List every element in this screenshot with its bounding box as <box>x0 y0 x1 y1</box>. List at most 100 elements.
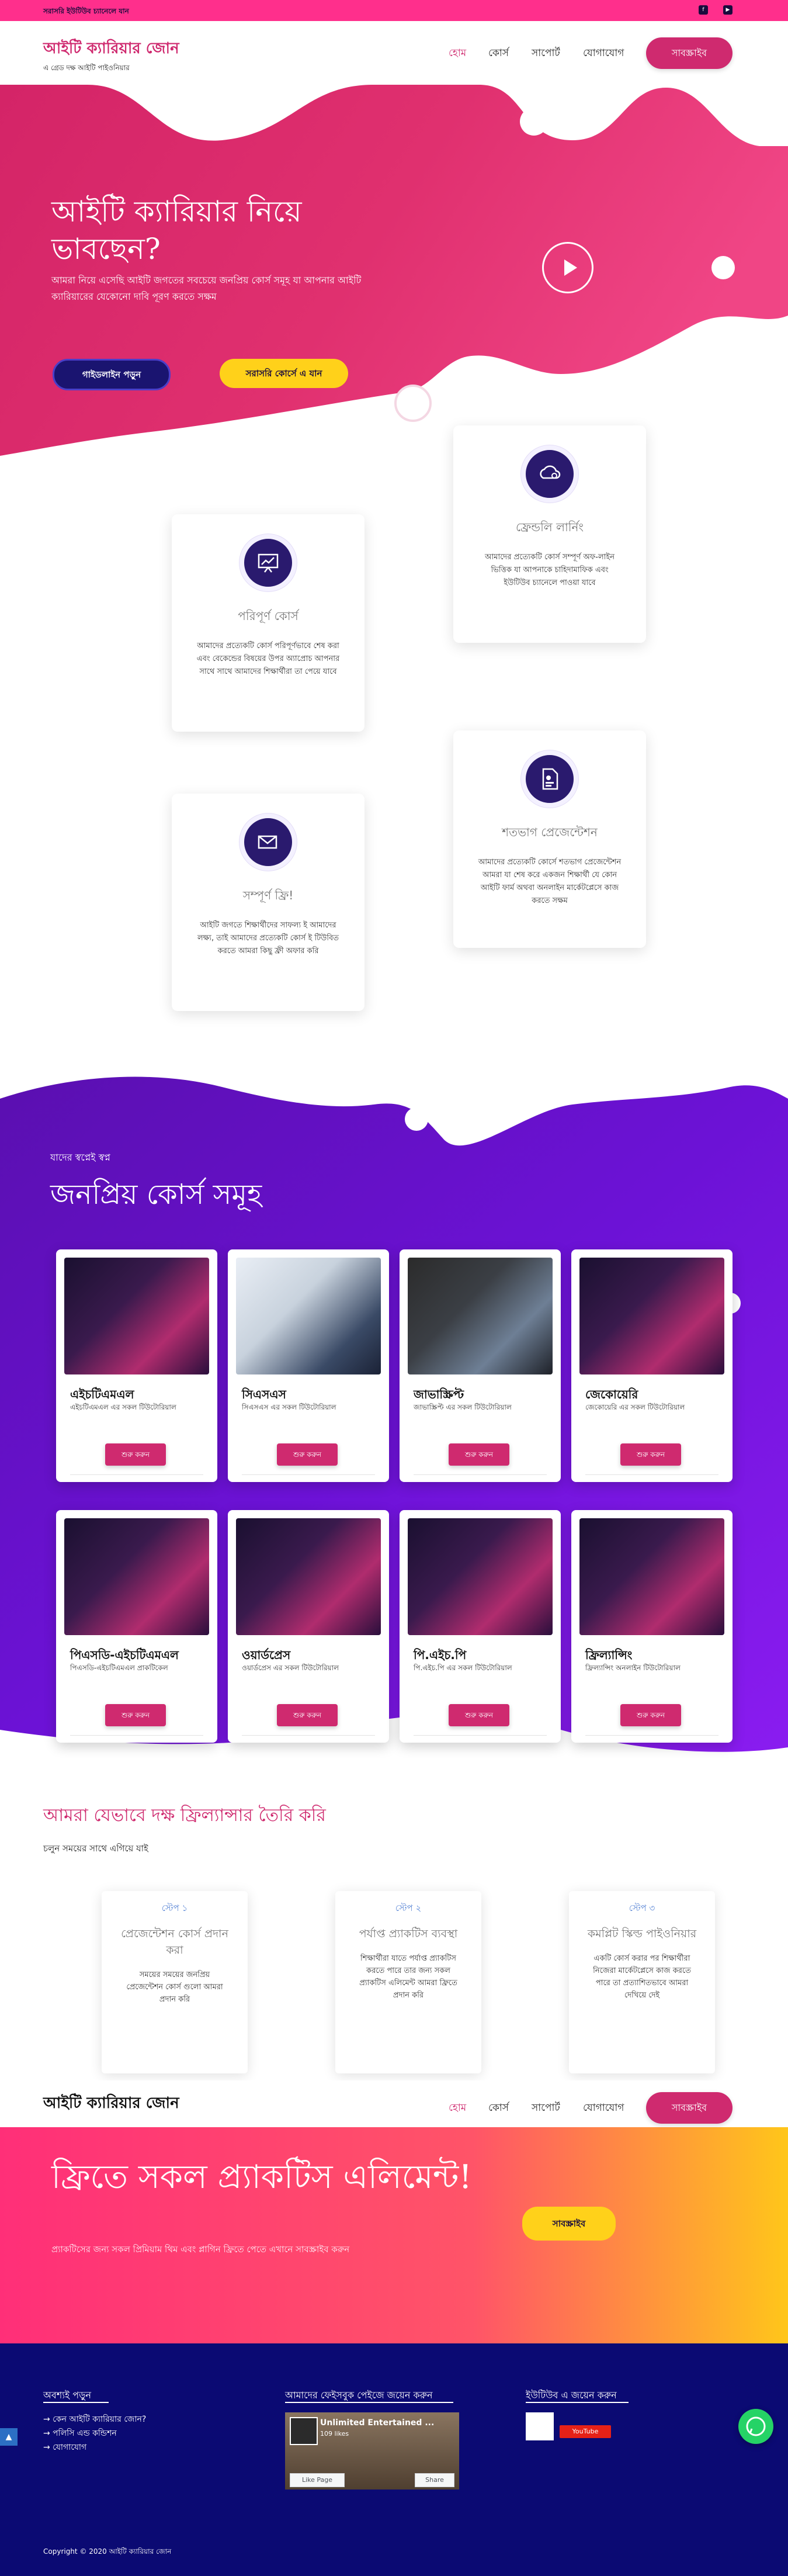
start-course-button[interactable]: শুরু করুন <box>449 1443 509 1466</box>
card-divider <box>242 1735 375 1736</box>
course-card: জেকোয়েরি জেকোয়েরি এর সকল টিউটোরিয়াল শুর… <box>571 1249 733 1482</box>
feature-text: আমাদের প্রত্যেকটি কোর্স সম্পূর্ণ অফ-লাইন… <box>485 553 615 587</box>
document-icon <box>521 750 578 808</box>
hero-subtitle: আমরা নিয়ে এসেছি আইটি জগতের সবচেয়ে জনপ্… <box>51 275 362 302</box>
sticky-nav-contact[interactable]: যোগাযোগ <box>583 2100 624 2117</box>
footer-col3-underline <box>526 2402 629 2403</box>
card-divider <box>70 1474 203 1475</box>
sticky-nav-support[interactable]: সাপোর্ট <box>532 2100 560 2117</box>
feature-card-free: সম্পূর্ণ ফ্রি! আইটি জগতে শিক্ষার্থীদের স… <box>172 794 365 1011</box>
start-course-button[interactable]: শুরু করুন <box>277 1443 338 1466</box>
feature-text: আমাদের প্রত্যেকটি কোর্সে শতভাগ প্রেজেন্ট… <box>478 858 622 905</box>
footer-col3-title: ইউটিউব এ জয়েন করুন <box>526 2390 617 2401</box>
card-divider <box>585 1735 718 1736</box>
course-description: এইচটিএমএল এর সকল টিউটোরিয়াল <box>70 1403 176 1411</box>
sticky-subscribe-button[interactable]: সাবস্ক্রাইব <box>646 2092 733 2124</box>
footer-col1-underline <box>43 2402 109 2403</box>
copyright: Copyright © 2020 আইটি ক্যারিয়ার জোন <box>43 2547 172 2556</box>
feature-text: আমাদের প্রত্যেকটি কোর্স পরিপূর্ণভাবে শেষ… <box>196 642 340 676</box>
course-card: পিএসডি-এইচটিএমএল পিএসডি-এইচটিএমএল প্রাকটি… <box>56 1510 217 1743</box>
feature-text: আইটি জগতে শিক্ষার্থীদের সাফল্য ই আমাদের … <box>197 921 339 955</box>
footer-link-why[interactable]: → কেন আইটি ক্যারিয়ার জোন? <box>43 2412 146 2426</box>
course-card: জাভাস্ক্রিপ্ট জাভাস্ক্রিপ্ট এর সকল টিউটোর… <box>400 1249 561 1482</box>
step-card-3: স্টেপ ৩ কমপ্লিট স্কিল্ড পাইওনিয়ার একটি … <box>569 1891 715 2073</box>
hero-title: আইটি ক্যারিয়ার নিয়ে ভাবছেন? <box>51 195 302 266</box>
card-divider <box>70 1735 203 1736</box>
send-icon <box>239 813 297 871</box>
courses-kicker: যাদের স্বপ্নেই স্বপ্ন <box>50 1152 110 1163</box>
course-image <box>236 1518 381 1635</box>
freelancer-title: আমরা যেভাবে দক্ষ ফ্রিল্যান্সার তৈরি করি <box>43 1805 326 1826</box>
sticky-nav-home[interactable]: হোম <box>449 2100 466 2117</box>
sticky-nav-courses[interactable]: কোর্স <box>488 2100 509 2117</box>
step-text: সময়ের সময়ের জনপ্রিয় প্রেজেন্টেশন কোর্… <box>126 1971 223 2004</box>
feature-card-presentation: শতভাগ প্রেজেন্টেশন আমাদের প্রত্যেকটি কোর… <box>453 730 646 948</box>
start-course-button[interactable]: শুরু করুন <box>620 1704 681 1726</box>
facebook-page-name[interactable]: Unlimited Entertained ... <box>320 2418 434 2428</box>
sticky-logo-title[interactable]: আইটি ক্যারিয়ার জোন <box>43 2091 179 2117</box>
footer-link-policy[interactable]: → পলিসি এন্ড কন্ডিশন <box>43 2426 117 2440</box>
course-description: জেকোয়েরি এর সকল টিউটোরিয়াল <box>585 1403 685 1411</box>
step-title: কমপ্লিট স্কিল্ড পাইওনিয়ার <box>587 1927 697 1940</box>
facebook-page-widget[interactable]: Unlimited Entertained ... 109 likes Like… <box>285 2412 459 2490</box>
cta-subscribe-button[interactable]: সাবস্ক্রাইব <box>522 2207 616 2241</box>
course-description: জাভাস্ক্রিপ্ট এর সকল টিউটোরিয়াল <box>414 1403 512 1411</box>
course-card: এইচটিএমএল এইচটিএমএল এর সকল টিউটোরিয়াল শুর… <box>56 1249 217 1482</box>
feature-card-friendly-learning: ফ্রেন্ডলি লার্নিং আমাদের প্রত্যেকটি কোর্… <box>453 425 646 643</box>
feature-title: ফ্রেন্ডলি লার্নিং <box>515 520 584 534</box>
course-image <box>64 1518 209 1635</box>
scroll-to-top-icon[interactable]: ▲ <box>0 2428 18 2446</box>
course-image <box>579 1258 724 1374</box>
courses-title: জনপ্রিয় কোর্স সমূহ <box>50 1178 262 1211</box>
step-text: শিক্ষার্থীরা যাতে পর্যাপ্ত প্র্যাকটিস কর… <box>359 1954 457 2000</box>
card-divider <box>242 1474 375 1475</box>
footer-col1-title: অবশ্যই পড়ুন <box>43 2390 92 2401</box>
card-divider <box>585 1474 718 1475</box>
course-description: পিএসডি-এইচটিএমএল প্রাকটিকেল <box>70 1664 168 1672</box>
start-course-button[interactable]: শুরু করুন <box>105 1443 166 1466</box>
footer-col2-title: আমাদের ফেইসবুক পেইজে জয়েন করুন <box>285 2390 433 2401</box>
start-course-button[interactable]: শুরু করুন <box>449 1704 509 1726</box>
card-divider <box>414 1474 547 1475</box>
start-course-button[interactable]: শুরু করুন <box>277 1704 338 1726</box>
youtube-channel-avatar[interactable] <box>526 2412 554 2440</box>
course-card: ওয়ার্ডপ্রেস ওয়ার্ডপ্রেস এর সকল টিউটোরিয… <box>228 1510 389 1743</box>
facebook-page-avatar <box>290 2417 318 2445</box>
feature-card-full-course: পরিপূর্ণ কোর্স আমাদের প্রত্যেকটি কোর্স প… <box>172 514 365 732</box>
feature-title: শতভাগ প্রেজেন্টেশন <box>502 825 598 839</box>
cta-title: ফ্রিতে সকল প্র্যাকটিস এলিমেন্ট! <box>51 2158 472 2196</box>
chart-board-icon <box>239 534 297 591</box>
course-description: ওয়ার্ডপ্রেস এর সকল টিউটোরিয়াল <box>242 1664 339 1672</box>
step-number: স্টেপ ৩ <box>629 1903 655 1913</box>
freelancer-subtitle: চলুন সময়ের সাথে এগিয়ে যাই <box>43 1843 148 1854</box>
go-to-course-button[interactable]: সরাসরি কোর্সে এ যান <box>220 359 348 388</box>
course-card: পি.এইচ.পি পি.এইচ.পি এর সকল টিউটোরিয়াল শুর… <box>400 1510 561 1743</box>
facebook-share-button[interactable]: Share <box>415 2473 454 2487</box>
step-text: একটি কোর্স করার পর শিক্ষার্থীরা নিজেরা ম… <box>593 1954 691 2000</box>
course-image <box>408 1518 553 1635</box>
step-card-2: স্টেপ ২ পর্যাপ্ত প্র্যাকটিস ব্যবস্থা শিক… <box>335 1891 481 2073</box>
step-title: পর্যাপ্ত প্র্যাকটিস ব্যবস্থা <box>359 1927 458 1940</box>
card-divider <box>414 1735 547 1736</box>
start-course-button[interactable]: শুরু করুন <box>105 1704 166 1726</box>
course-image <box>236 1258 381 1374</box>
step-title: প্রেজেন্টেশন কোর্স প্রদান করা <box>121 1927 228 1957</box>
facebook-page-likes: 109 likes <box>320 2430 349 2437</box>
step-card-1: স্টেপ ১ প্রেজেন্টেশন কোর্স প্রদান করা সম… <box>102 1891 248 2073</box>
course-card: সিএসএস সিএসএস এর সকল টিউটোরিয়াল শুরু করুন <box>228 1249 389 1482</box>
guideline-button[interactable]: গাইডলাইন পড়ুন <box>53 359 171 390</box>
youtube-subscribe-button[interactable]: YouTube <box>560 2425 611 2438</box>
start-course-button[interactable]: শুরু করুন <box>620 1443 681 1466</box>
facebook-like-page-button[interactable]: Like Page <box>290 2473 345 2487</box>
step-number: স্টেপ ২ <box>395 1903 422 1913</box>
course-image <box>64 1258 209 1374</box>
cloud-icon <box>521 445 578 503</box>
play-video-button[interactable] <box>542 242 593 293</box>
course-description: পি.এইচ.পি এর সকল টিউটোরিয়াল <box>414 1664 512 1672</box>
course-image <box>408 1258 553 1374</box>
course-card: ফ্রিল্যান্সিং ফ্রিল্যান্সিং অনলাইন টিউটোর… <box>571 1510 733 1743</box>
step-number: স্টেপ ১ <box>161 1903 188 1913</box>
whatsapp-icon[interactable] <box>738 2409 773 2444</box>
course-description: সিএসএস এর সকল টিউটোরিয়াল <box>242 1403 336 1411</box>
footer-link-contact[interactable]: → যোগাযোগ <box>43 2440 86 2454</box>
